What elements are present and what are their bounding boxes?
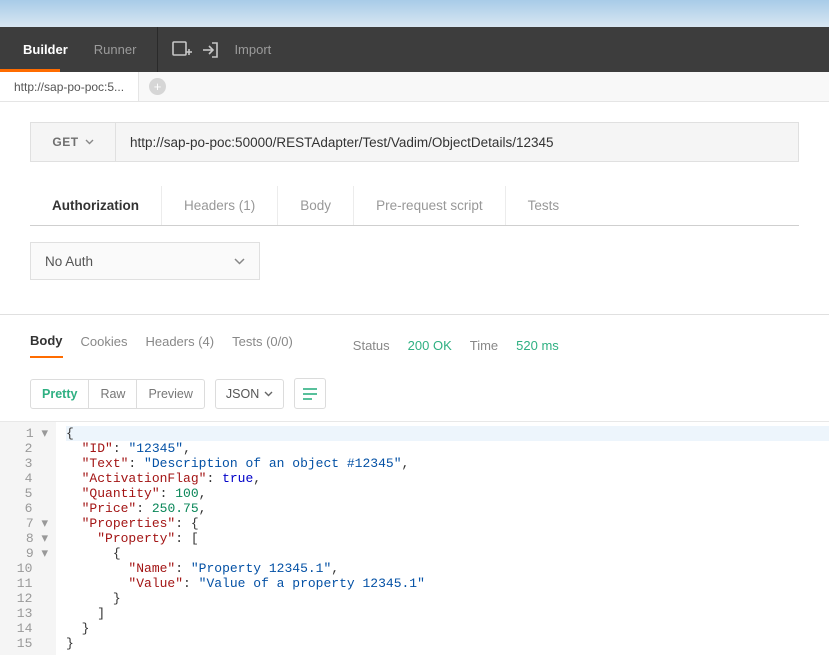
tab-body[interactable]: Body: [278, 186, 354, 225]
import-label[interactable]: Import: [234, 42, 271, 57]
new-tab-icon[interactable]: [166, 35, 196, 65]
time-value: 520 ms: [516, 338, 559, 353]
view-mode-group: Pretty Raw Preview: [30, 379, 205, 409]
add-request-tab[interactable]: +: [139, 72, 176, 101]
response-tab-cookies[interactable]: Cookies: [81, 334, 128, 357]
view-mode-raw[interactable]: Raw: [89, 380, 137, 408]
tab-authorization[interactable]: Authorization: [30, 186, 162, 225]
topbar-tab-builder[interactable]: Builder: [10, 27, 81, 72]
response-tab-tests[interactable]: Tests (0/0): [232, 334, 293, 357]
time-label: Time: [470, 338, 498, 353]
status-label: Status: [353, 338, 390, 353]
chevron-down-icon: [264, 391, 273, 397]
view-mode-pretty[interactable]: Pretty: [31, 380, 89, 408]
topbar-tab-runner[interactable]: Runner: [81, 27, 150, 72]
http-method-selector[interactable]: GET: [31, 123, 116, 161]
auth-type-selector[interactable]: No Auth: [30, 242, 260, 280]
language-label: JSON: [226, 387, 259, 401]
auth-type-label: No Auth: [45, 254, 93, 269]
url-bar: GET: [30, 122, 799, 162]
request-tab-bar: http://sap-po-poc:5... +: [0, 72, 829, 102]
line-wrap-toggle[interactable]: [294, 378, 326, 409]
view-mode-preview[interactable]: Preview: [137, 380, 203, 408]
chevron-down-icon: [85, 139, 94, 145]
topbar: Builder Runner Import: [0, 27, 829, 72]
line-gutter: 1 ▾2 3 4 5 6 7 ▾8 ▾9 ▾10 11 12 13 14 15: [0, 422, 56, 655]
request-tab[interactable]: http://sap-po-poc:5...: [0, 72, 139, 101]
active-tab-underline: [0, 69, 60, 72]
language-selector[interactable]: JSON: [215, 379, 284, 409]
response-tab-body[interactable]: Body: [30, 333, 63, 358]
tab-tests[interactable]: Tests: [506, 186, 582, 225]
http-method-label: GET: [52, 135, 78, 149]
response-tab-bar: Body Cookies Headers (4) Tests (0/0) Sta…: [0, 333, 829, 358]
window-titlebar-area: [0, 0, 829, 27]
tab-headers[interactable]: Headers (1): [162, 186, 278, 225]
request-subtabs: Authorization Headers (1) Body Pre-reque…: [30, 186, 799, 226]
format-row: Pretty Raw Preview JSON: [0, 378, 829, 409]
status-value: 200 OK: [408, 338, 452, 353]
url-input[interactable]: [116, 123, 798, 161]
response-body-viewer[interactable]: 1 ▾2 3 4 5 6 7 ▾8 ▾9 ▾10 11 12 13 14 15 …: [0, 421, 829, 655]
response-tab-headers[interactable]: Headers (4): [145, 334, 214, 357]
code-lines: { "ID": "12345", "Text": "Description of…: [56, 422, 829, 655]
tab-prerequest[interactable]: Pre-request script: [354, 186, 506, 225]
topbar-divider: [157, 27, 158, 72]
section-divider: [0, 314, 829, 315]
import-icon[interactable]: [196, 35, 226, 65]
chevron-down-icon: [234, 258, 245, 265]
plus-icon: +: [149, 78, 166, 95]
